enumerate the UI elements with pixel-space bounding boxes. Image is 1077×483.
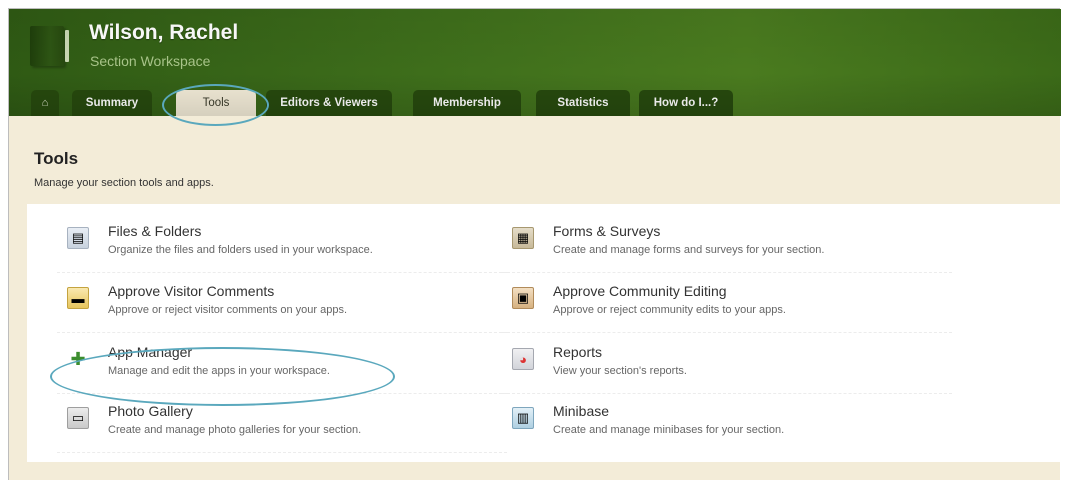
tool-description: Approve or reject visitor comments on yo… xyxy=(108,304,348,316)
tab-membership[interactable]: Membership xyxy=(413,90,521,116)
tool-description: Manage and edit the apps in your workspa… xyxy=(108,365,330,377)
tool-approve-visitor-comments[interactable]: ▬ Approve Visitor Comments Approve or re… xyxy=(57,283,507,333)
tab-tools[interactable]: Tools xyxy=(176,90,256,116)
tab-label: Editors & Viewers xyxy=(280,97,378,109)
workspace-frame: Wilson, Rachel Section Workspace ⌂ Summa… xyxy=(8,8,1061,480)
tool-description: Organize the files and folders used in y… xyxy=(108,244,373,256)
tab-label: Summary xyxy=(85,97,139,109)
tool-description: Create and manage minibases for your sec… xyxy=(553,424,785,436)
tool-name: Forms & Surveys xyxy=(553,223,661,239)
tab-label: Membership xyxy=(433,97,501,109)
tab-label: How do I...? xyxy=(653,97,719,109)
workspace-subtitle: Section Workspace xyxy=(90,53,211,69)
tool-name: Photo Gallery xyxy=(108,403,193,419)
tool-photo-gallery[interactable]: ▭ Photo Gallery Create and manage photo … xyxy=(57,403,507,453)
divider xyxy=(57,272,507,273)
forms-icon: ▦ xyxy=(512,227,534,249)
tool-app-manager[interactable]: ✚ App Manager Manage and edit the apps i… xyxy=(57,344,507,394)
tool-description: Approve or reject community edits to you… xyxy=(553,304,786,316)
photo-gallery-icon: ▭ xyxy=(67,407,89,429)
tab-editors-viewers[interactable]: Editors & Viewers xyxy=(266,90,392,116)
tab-home[interactable]: ⌂ xyxy=(31,90,59,116)
tool-description: Create and manage forms and surveys for … xyxy=(553,244,825,256)
divider xyxy=(502,272,952,273)
tool-forms-surveys[interactable]: ▦ Forms & Surveys Create and manage form… xyxy=(502,223,952,273)
tool-approve-community-editing[interactable]: ▣ Approve Community Editing Approve or r… xyxy=(502,283,952,333)
divider xyxy=(57,393,507,394)
home-icon: ⌂ xyxy=(41,97,49,109)
tool-description: View your section's reports. xyxy=(553,365,687,377)
reports-icon: ◕ xyxy=(512,348,534,370)
tools-heading: Tools xyxy=(34,149,78,169)
workspace-title: Wilson, Rachel xyxy=(89,21,239,44)
workspace-header: Wilson, Rachel Section Workspace ⌂ Summa… xyxy=(9,9,1061,116)
minibase-icon: ▥ xyxy=(512,407,534,429)
tool-name: Approve Visitor Comments xyxy=(108,283,275,299)
divider xyxy=(502,332,952,333)
tab-statistics[interactable]: Statistics xyxy=(536,90,630,116)
tool-name: Files & Folders xyxy=(108,223,202,239)
page-subtitle: Manage your section tools and apps. xyxy=(34,177,214,189)
tool-minibase[interactable]: ▥ Minibase Create and manage minibases f… xyxy=(512,403,952,453)
tool-name: Approve Community Editing xyxy=(553,283,727,299)
tool-files-folders[interactable]: ▤ Files & Folders Organize the files and… xyxy=(57,223,507,273)
tab-summary[interactable]: Summary xyxy=(72,90,152,116)
tool-description: Create and manage photo galleries for yo… xyxy=(108,424,362,436)
tool-name: App Manager xyxy=(108,344,193,360)
tool-reports[interactable]: ◕ Reports View your section's reports. xyxy=(502,344,952,394)
book-icon xyxy=(30,26,69,66)
tools-panel: ▤ Files & Folders Organize the files and… xyxy=(27,204,1061,462)
page-title: Tools xyxy=(34,149,79,168)
tab-label: Statistics xyxy=(557,97,609,109)
divider xyxy=(57,332,507,333)
divider xyxy=(502,393,952,394)
community-editing-icon: ▣ xyxy=(512,287,534,309)
tab-how-do-i[interactable]: How do I...? xyxy=(639,90,733,116)
puzzle-icon: ✚ xyxy=(70,348,86,369)
tab-label: Tools xyxy=(202,97,230,109)
files-icon: ▤ xyxy=(67,227,89,249)
divider xyxy=(57,452,507,453)
tab-bar: ⌂ Summary Tools Editors & Viewers Member… xyxy=(9,90,1061,116)
tool-name: Reports xyxy=(553,344,603,360)
tool-name: Minibase xyxy=(553,403,610,419)
comments-icon: ▬ xyxy=(67,287,89,309)
